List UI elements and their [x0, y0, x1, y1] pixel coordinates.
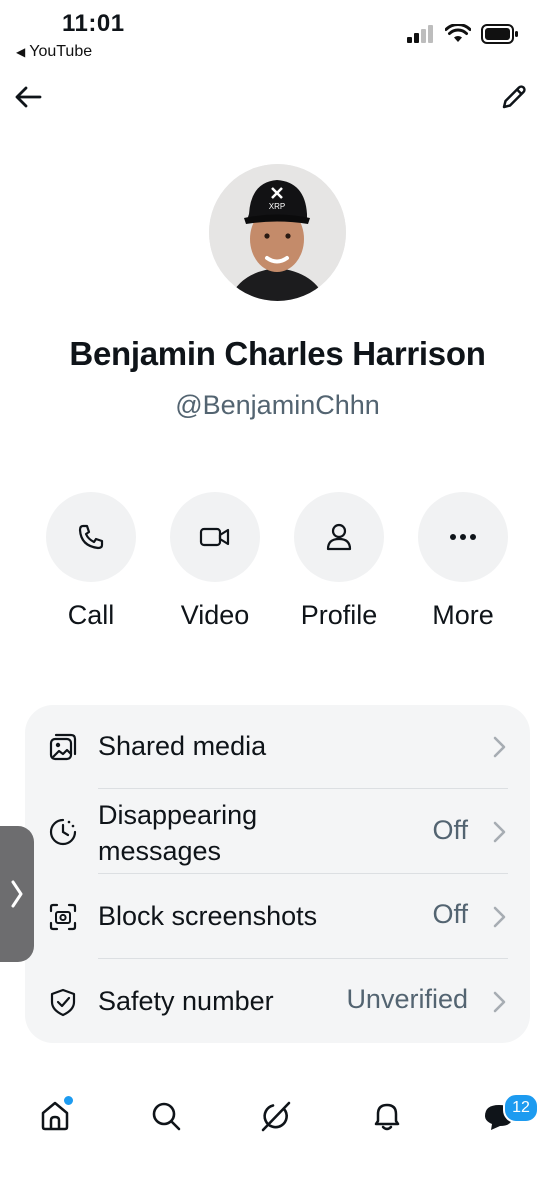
pencil-icon: [502, 85, 526, 109]
shared-media-label: Shared media: [98, 731, 267, 761]
disappearing-label-line1: Disappearing: [98, 800, 258, 830]
video-action[interactable]: Video: [155, 492, 275, 631]
video-button[interactable]: [170, 492, 260, 582]
profile-name: Benjamin Charles Harrison: [69, 335, 486, 372]
more-button[interactable]: [418, 492, 508, 582]
chevron-right-icon: [493, 906, 506, 928]
more-dots-icon: [450, 534, 476, 540]
status-icons: [407, 24, 519, 44]
disappearing-label-line2: messages: [98, 836, 222, 866]
call-action[interactable]: Call: [31, 492, 151, 631]
profile-handle: @BenjaminChhn: [175, 390, 380, 420]
more-action[interactable]: More: [403, 492, 523, 631]
shield-check-icon: [47, 986, 79, 1018]
battery-icon: [481, 24, 518, 44]
wifi-icon: [445, 24, 471, 42]
arrow-left-icon: [15, 86, 42, 108]
profile-label: Profile: [300, 600, 378, 630]
timer-icon: [47, 816, 79, 848]
back-triangle-icon: ◀: [16, 45, 26, 59]
chevron-right-icon: [493, 736, 506, 758]
disappearing-messages-label: Disappearing messages: [98, 797, 257, 869]
home-notification-dot: [62, 1094, 75, 1107]
call-label: Call: [67, 600, 115, 630]
chevron-right-icon: [493, 821, 506, 843]
cap-logo-text: XRP: [269, 202, 285, 211]
more-label: More: [432, 600, 494, 630]
side-drawer-handle[interactable]: [0, 826, 34, 962]
avatar-portrait: XRP: [209, 164, 346, 301]
safety-number-value: Unverified: [346, 984, 468, 1014]
disappearing-messages-row[interactable]: Disappearing messages Off: [25, 789, 530, 874]
safety-number-row[interactable]: Safety number Unverified: [25, 959, 530, 1043]
shared-media-icon: [47, 731, 79, 763]
disappearing-messages-value: Off: [432, 815, 468, 845]
search-icon: [152, 1102, 181, 1131]
avatar[interactable]: XRP: [209, 164, 346, 301]
video-camera-icon: [199, 527, 230, 547]
call-button[interactable]: [46, 492, 136, 582]
block-screenshots-value: Off: [432, 899, 468, 929]
shared-media-row[interactable]: Shared media: [25, 705, 530, 789]
chevron-right-icon: [11, 880, 23, 908]
safety-number-label: Safety number: [98, 986, 274, 1016]
tab-notifications[interactable]: [365, 1094, 409, 1138]
back-to-app-link[interactable]: ◀ YouTube: [16, 43, 92, 61]
chevron-right-icon: [493, 991, 506, 1013]
grok-icon: [261, 1101, 291, 1132]
block-screenshots-row[interactable]: Block screenshots Off: [25, 874, 530, 959]
edit-button[interactable]: [494, 77, 534, 117]
phone-icon: [78, 524, 104, 550]
person-icon: [326, 523, 352, 551]
bell-icon: [374, 1103, 400, 1131]
conversation-settings-card: Shared media Disappearing messages Off B…: [25, 705, 530, 1043]
block-screenshots-label: Block screenshots: [98, 901, 318, 931]
back-app-label: YouTube: [29, 43, 93, 60]
tab-search[interactable]: [144, 1094, 188, 1138]
back-button[interactable]: [8, 77, 48, 117]
tab-grok[interactable]: [254, 1094, 298, 1138]
video-label: Video: [180, 600, 250, 630]
status-time: 11:01: [62, 10, 125, 37]
screenshot-block-icon: [47, 901, 79, 933]
profile-action[interactable]: Profile: [279, 492, 399, 631]
cellular-signal-icon: [407, 25, 433, 43]
messages-badge: 12: [503, 1093, 539, 1123]
profile-button[interactable]: [294, 492, 384, 582]
